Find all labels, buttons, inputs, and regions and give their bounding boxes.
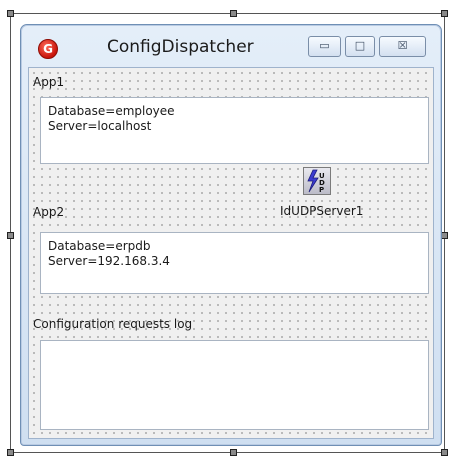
svg-text:P: P (319, 186, 324, 194)
maximize-button[interactable]: □ (345, 36, 375, 57)
form-designer: G ConfigDispatcher ▭ □ ☒ App1 Database=e… (0, 0, 454, 461)
app2-memo[interactable]: Database=erpdb Server=192.168.3.4 (40, 232, 429, 294)
app1-memo-line-1: Database=employee (48, 104, 175, 118)
resize-handle-middle-left[interactable] (7, 232, 14, 239)
close-icon: ☒ (397, 39, 408, 52)
minimize-button[interactable]: ▭ (308, 36, 341, 57)
close-button[interactable]: ☒ (379, 36, 426, 57)
log-label: Configuration requests log (33, 317, 193, 331)
delphi-app-icon: G (38, 39, 58, 59)
resize-handle-bottom-right[interactable] (441, 449, 448, 456)
app1-label: App1 (33, 75, 65, 89)
form-window[interactable]: G ConfigDispatcher ▭ □ ☒ App1 Database=e… (20, 24, 442, 446)
app2-memo-line-1: Database=erpdb (48, 239, 151, 253)
app1-memo-line-2: Server=localhost (48, 119, 152, 133)
resize-handle-top-right[interactable] (441, 10, 448, 17)
resize-handle-bottom-center[interactable] (230, 449, 237, 456)
resize-handle-top-left[interactable] (7, 10, 14, 17)
resize-handle-middle-right[interactable] (441, 232, 448, 239)
maximize-icon: □ (354, 39, 366, 52)
window-title: ConfigDispatcher (107, 37, 254, 57)
resize-handle-top-center[interactable] (230, 10, 237, 17)
app1-memo[interactable]: Database=employee Server=localhost (40, 97, 429, 164)
app2-label: App2 (33, 205, 65, 219)
resize-handle-bottom-left[interactable] (7, 449, 14, 456)
udp-server-component-icon[interactable]: U D P (303, 167, 331, 195)
minimize-icon: ▭ (319, 39, 330, 52)
form-client-area[interactable]: App1 Database=employee Server=localhost … (28, 67, 434, 439)
configuration-log-memo[interactable] (40, 340, 429, 430)
udp-server-component-name: IdUDPServer1 (280, 204, 364, 218)
app2-memo-line-2: Server=192.168.3.4 (48, 254, 170, 268)
title-bar[interactable]: G ConfigDispatcher ▭ □ ☒ (21, 25, 441, 65)
